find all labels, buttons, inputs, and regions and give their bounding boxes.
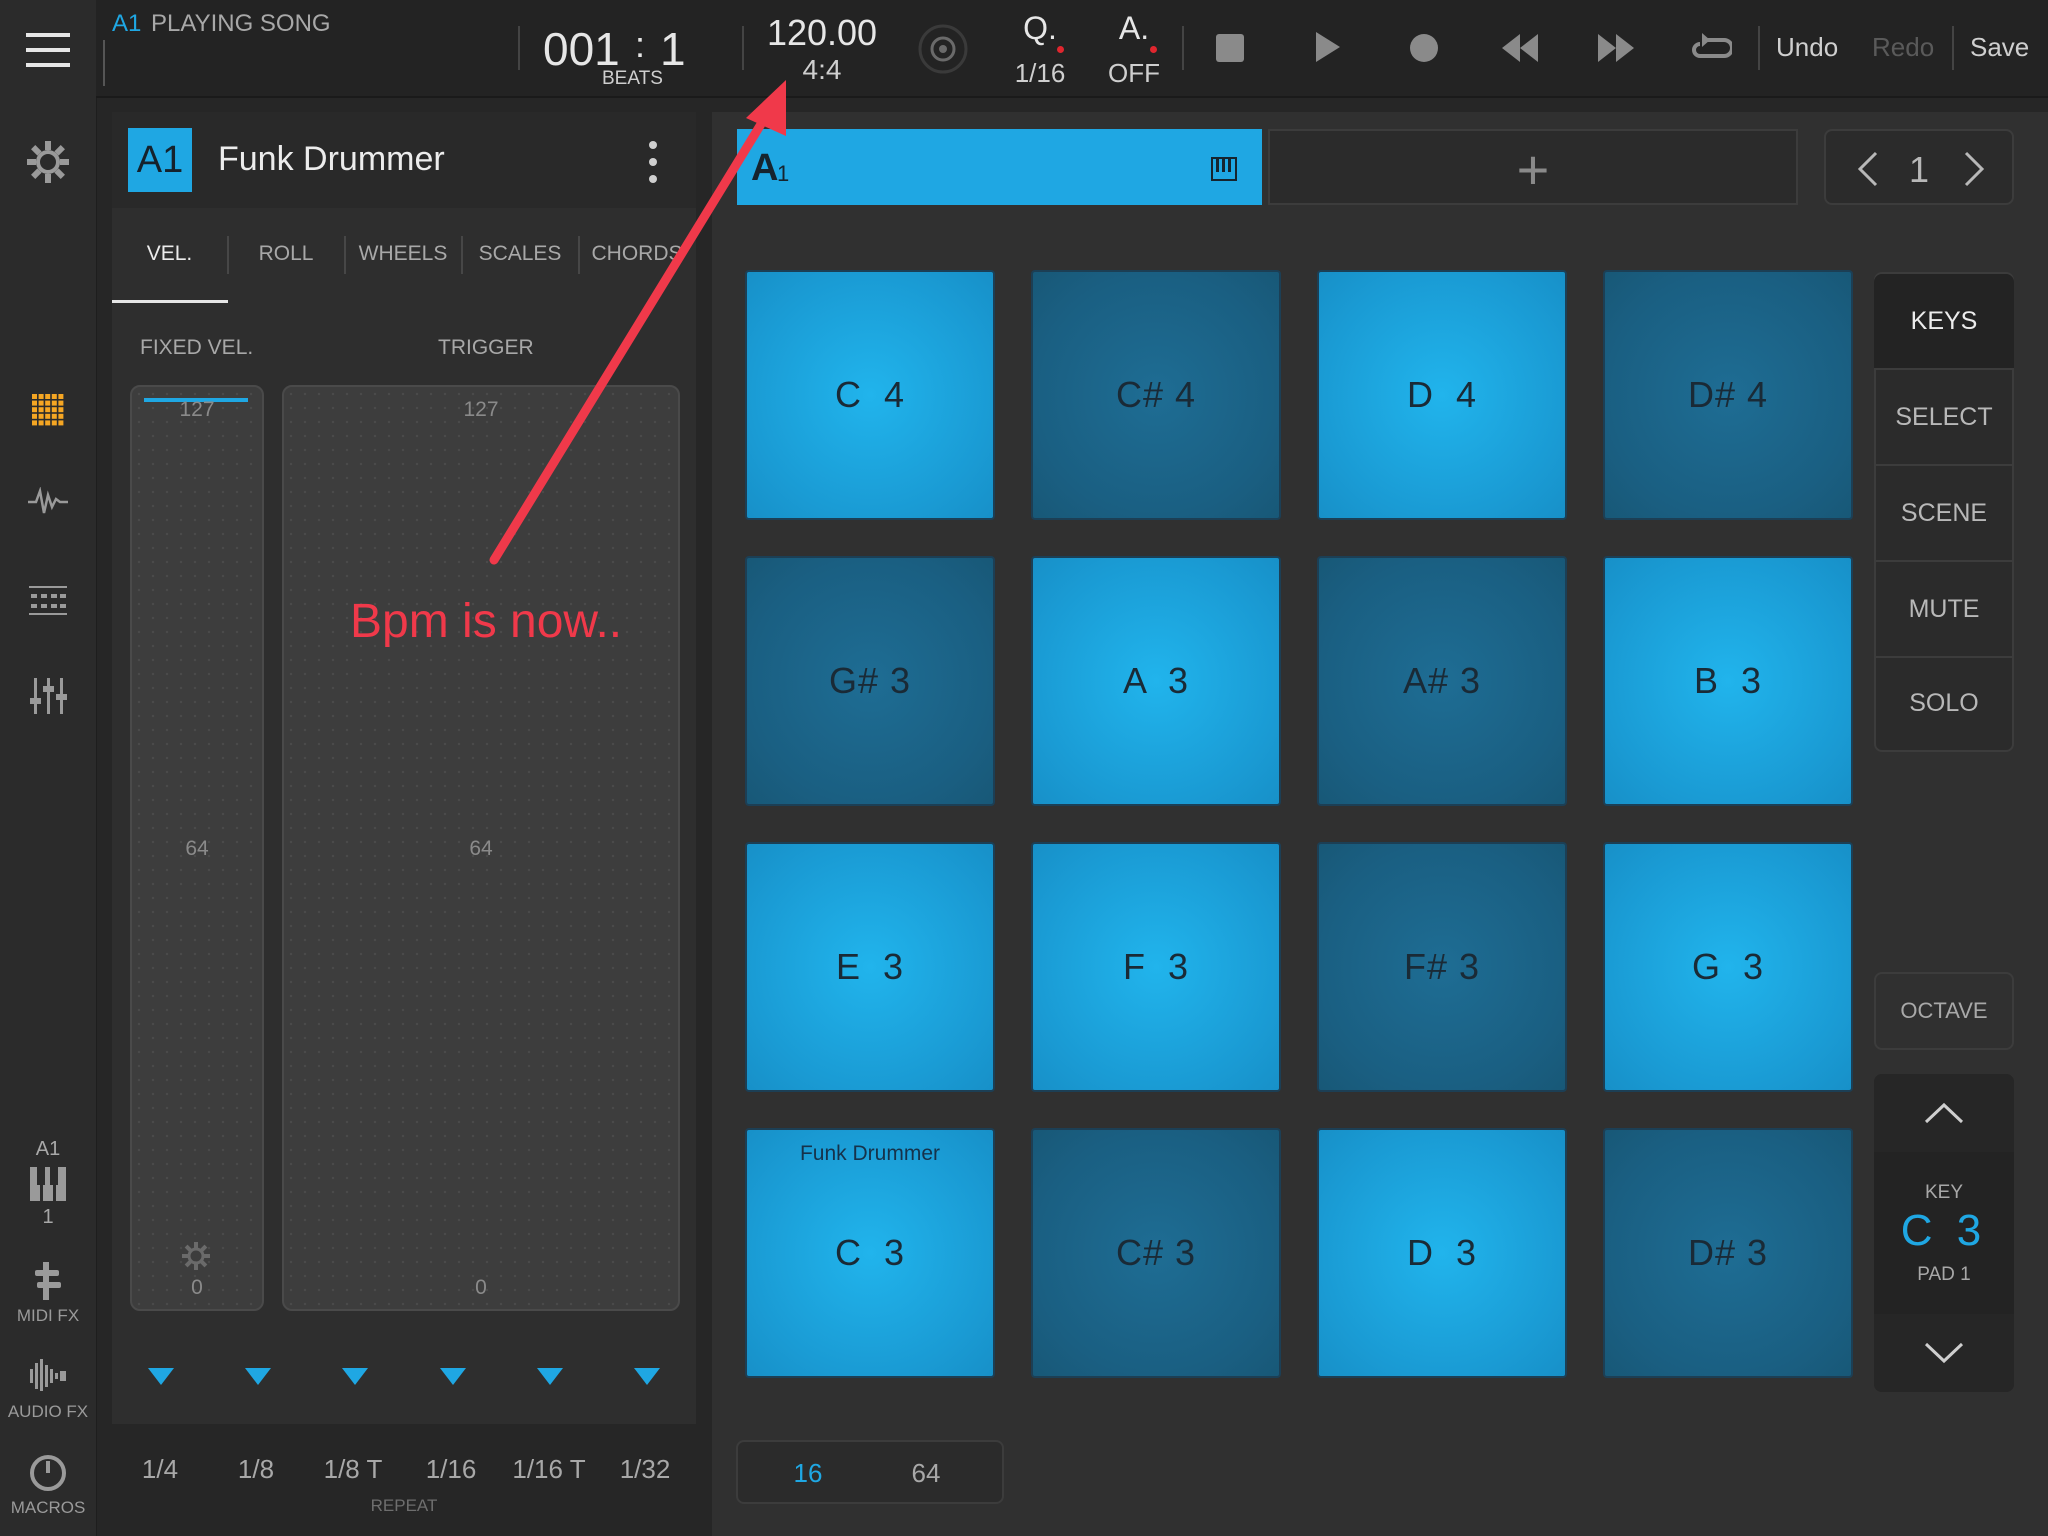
annotation-text: Bpm is now.. — [350, 595, 623, 648]
annotation-arrow — [489, 80, 786, 565]
